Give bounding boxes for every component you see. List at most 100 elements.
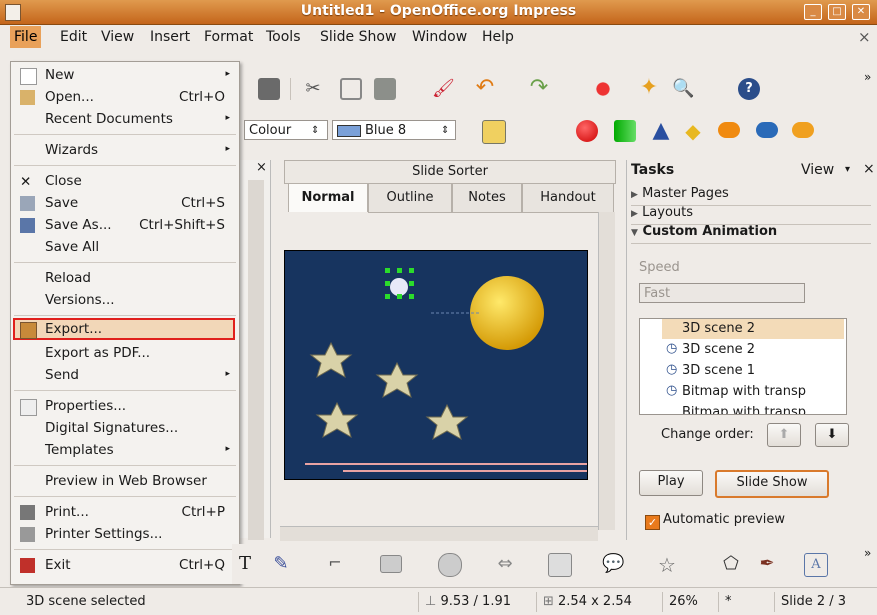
shell-icon[interactable] [756, 122, 778, 138]
menu-window[interactable]: Window [412, 29, 467, 45]
speed-select[interactable]: Fast [639, 283, 805, 303]
move-down-button[interactable]: ⬇ [815, 423, 849, 447]
clone-formatting-icon[interactable]: 🖌 [432, 78, 455, 100]
menu-edit[interactable]: Edit [60, 29, 87, 45]
move-up-button[interactable]: ⬆ [767, 423, 801, 447]
tasks-close-icon[interactable]: × [863, 161, 875, 177]
redo-icon[interactable]: ↷ [528, 77, 550, 100]
cone-icon[interactable]: ▲ [650, 120, 672, 142]
star-icon[interactable]: ☆ [656, 553, 678, 577]
slide-canvas[interactable] [284, 250, 588, 480]
undo-icon[interactable]: ↶ [474, 77, 496, 100]
menu-item-new[interactable]: New ▸ [11, 65, 239, 86]
play-button[interactable]: Play [639, 470, 703, 496]
tab-normal[interactable]: Normal [288, 183, 368, 212]
help-icon[interactable]: ? [738, 78, 760, 100]
section-master-pages[interactable]: ▶ Master Pages [631, 186, 871, 206]
copy-icon[interactable] [340, 78, 362, 100]
animation-item[interactable]: 3D scene 2 [682, 340, 755, 360]
curve-icon[interactable]: ✎ [270, 553, 292, 575]
menu-item-export[interactable]: Export... [11, 319, 239, 340]
minimize-icon[interactable]: _ [804, 4, 822, 20]
shadow-icon[interactable] [482, 120, 506, 144]
horizontal-scrollbar[interactable] [280, 526, 598, 541]
maximize-icon[interactable]: □ [828, 4, 846, 20]
area-color-select[interactable]: Blue 8 ⇕ [332, 120, 456, 140]
menu-slide-show[interactable]: Slide Show [320, 29, 396, 45]
area-style-select[interactable]: Colour ⇕ [244, 120, 328, 140]
menu-help[interactable]: Help [482, 29, 514, 45]
menu-item-save-all[interactable]: Save All [11, 237, 239, 258]
menu-tools[interactable]: Tools [266, 29, 301, 45]
tab-notes[interactable]: Notes [452, 183, 522, 213]
chart-icon[interactable] [592, 78, 614, 100]
torus-icon[interactable] [718, 122, 740, 138]
animation-item[interactable]: Bitmap with transp [682, 403, 806, 414]
tasks-view-menu[interactable]: View [801, 162, 834, 178]
zoom-icon[interactable]: 🔍 [672, 78, 694, 100]
section-custom-animation[interactable]: ▼ Custom Animation [631, 224, 871, 244]
menu-item-save-as[interactable]: Save As... Ctrl+Shift+S [11, 215, 239, 236]
text-icon[interactable]: T [234, 553, 256, 575]
menu-item-printer-settings[interactable]: Printer Settings... [11, 524, 239, 545]
menu-format[interactable]: Format [204, 29, 253, 45]
paste-icon[interactable] [374, 78, 396, 100]
close-document-icon[interactable]: × [858, 28, 871, 46]
slide-show-button[interactable]: Slide Show [715, 470, 829, 498]
menu-item-export-pdf[interactable]: Export as PDF... [11, 343, 239, 364]
flowchart-icon[interactable] [548, 553, 572, 577]
vertical-scrollbar[interactable] [598, 212, 615, 530]
menu-view[interactable]: View [101, 29, 134, 45]
tab-outline[interactable]: Outline [368, 183, 452, 213]
item-label: Open... [45, 89, 94, 105]
menu-item-reload[interactable]: Reload [11, 268, 239, 289]
cut-icon[interactable]: ✂ [302, 78, 324, 100]
close-icon[interactable]: ✕ [852, 4, 870, 20]
menu-item-save[interactable]: Save Ctrl+S [11, 193, 239, 214]
ellipse-icon[interactable] [438, 553, 462, 577]
print-icon[interactable] [258, 78, 280, 100]
menu-item-send[interactable]: Send ▸ [11, 365, 239, 386]
change-order-label: Change order: [661, 427, 754, 442]
connector-icon[interactable]: ⌐ [324, 553, 346, 575]
rectangle-icon[interactable] [380, 555, 402, 573]
tab-handout[interactable]: Handout [522, 183, 614, 213]
menu-item-close[interactable]: ✕ Close [11, 171, 239, 192]
menu-item-exit[interactable]: Exit Ctrl+Q [11, 555, 239, 576]
cylinder-icon[interactable] [614, 120, 636, 142]
arrow-shapes-icon[interactable]: ⇔ [494, 553, 516, 575]
navigator-icon[interactable]: ✦ [638, 77, 660, 100]
tab-slide-sorter[interactable]: Slide Sorter [412, 164, 488, 179]
toolbar-overflow-icon[interactable]: » [864, 546, 871, 560]
insert-text-icon[interactable]: A [804, 553, 828, 577]
menu-item-properties[interactable]: Properties... [11, 396, 239, 417]
section-layouts[interactable]: ▶ Layouts [631, 205, 871, 225]
pyramid-icon[interactable]: ◆ [682, 120, 704, 142]
toolbar-overflow-icon[interactable]: » [864, 70, 871, 84]
sphere-icon[interactable] [576, 120, 598, 142]
animation-item[interactable]: Bitmap with transp [682, 382, 806, 402]
menu-item-print[interactable]: Print... Ctrl+P [11, 502, 239, 523]
points-icon[interactable]: ⬠ [720, 553, 742, 575]
animation-list[interactable]: 3D scene 2 3D scene 2 3D scene 1 Bitmap … [639, 318, 847, 415]
slides-pane-close-icon[interactable]: × [256, 160, 267, 175]
animation-item[interactable]: 3D scene 1 [682, 361, 755, 381]
slides-pane-scrollbar[interactable] [248, 180, 264, 540]
menu-item-recent[interactable]: Recent Documents ▸ [11, 109, 239, 130]
automatic-preview-checkbox[interactable]: ✓ [645, 515, 660, 530]
menu-item-open[interactable]: Open... Ctrl+O [11, 87, 239, 108]
menu-item-wizards[interactable]: Wizards ▸ [11, 140, 239, 161]
menu-item-templates[interactable]: Templates ▸ [11, 440, 239, 461]
fontwork-icon[interactable]: ✒ [756, 553, 778, 575]
half-sphere-icon[interactable] [792, 122, 814, 138]
status-zoom[interactable]: 26% [662, 592, 715, 612]
menu-insert[interactable]: Insert [150, 29, 190, 45]
menu-item-preview-web[interactable]: Preview in Web Browser [11, 471, 239, 492]
menu-item-digital-signatures[interactable]: Digital Signatures... [11, 418, 239, 439]
slides-pane[interactable]: × [238, 160, 271, 540]
menu-item-versions[interactable]: Versions... [11, 290, 239, 311]
chevron-down-icon[interactable]: ▾ [845, 164, 850, 175]
menu-file[interactable]: File [10, 26, 42, 48]
animation-item[interactable]: 3D scene 2 [682, 319, 755, 339]
callout-icon[interactable]: 💬 [602, 553, 624, 575]
